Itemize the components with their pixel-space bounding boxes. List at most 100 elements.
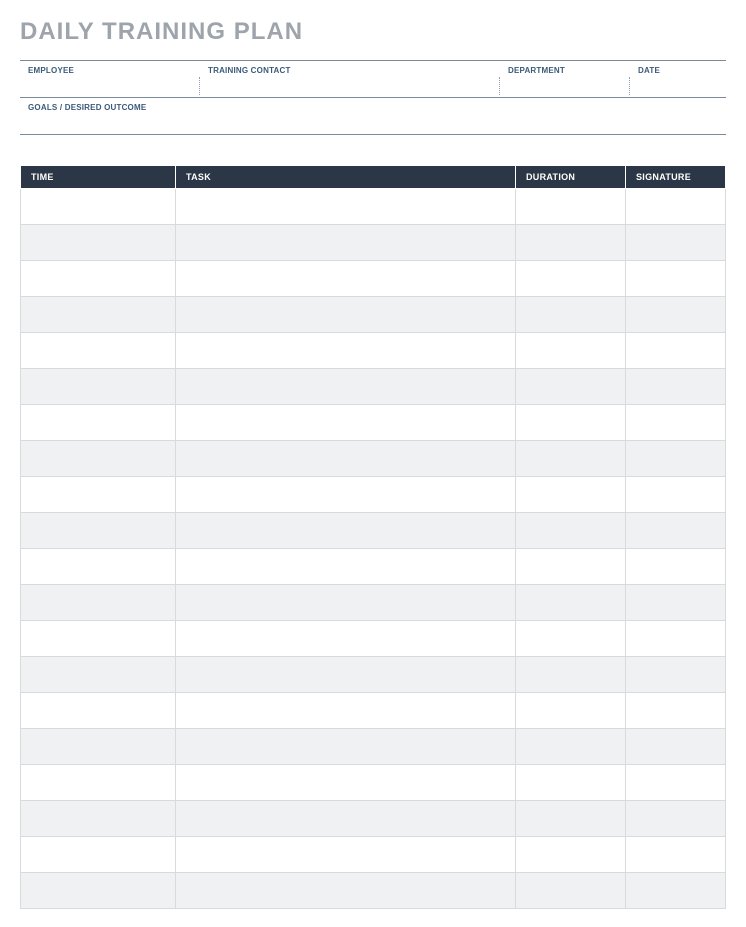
cell-signature[interactable] [626,477,726,513]
goals-field[interactable]: GOALS / DESIRED OUTCOME [20,98,726,134]
cell-time[interactable] [21,225,176,261]
table-row [21,261,726,297]
cell-time[interactable] [21,513,176,549]
cell-time[interactable] [21,369,176,405]
cell-task[interactable] [176,657,516,693]
cell-duration[interactable] [516,297,626,333]
cell-duration[interactable] [516,261,626,297]
department-value [508,78,622,94]
cell-time[interactable] [21,405,176,441]
cell-time[interactable] [21,873,176,909]
cell-task[interactable] [176,873,516,909]
cell-task[interactable] [176,405,516,441]
cell-time[interactable] [21,657,176,693]
cell-duration[interactable] [516,801,626,837]
cell-task[interactable] [176,225,516,261]
cell-task[interactable] [176,477,516,513]
table-row [21,585,726,621]
cell-time[interactable] [21,441,176,477]
cell-signature[interactable] [626,441,726,477]
cell-time[interactable] [21,837,176,873]
cell-signature[interactable] [626,225,726,261]
cell-task[interactable] [176,765,516,801]
cell-signature[interactable] [626,549,726,585]
cell-task[interactable] [176,369,516,405]
cell-task[interactable] [176,441,516,477]
cell-task[interactable] [176,693,516,729]
cell-time[interactable] [21,297,176,333]
cell-task[interactable] [176,621,516,657]
cell-signature[interactable] [626,369,726,405]
cell-duration[interactable] [516,441,626,477]
cell-signature[interactable] [626,297,726,333]
cell-task[interactable] [176,837,516,873]
cell-duration[interactable] [516,513,626,549]
info-section: EMPLOYEE TRAINING CONTACT DEPARTMENT DAT… [20,60,726,135]
date-field[interactable]: DATE [630,61,726,97]
cell-task[interactable] [176,801,516,837]
cell-signature[interactable] [626,693,726,729]
cell-signature[interactable] [626,873,726,909]
cell-duration[interactable] [516,369,626,405]
cell-task[interactable] [176,189,516,225]
cell-time[interactable] [21,801,176,837]
cell-duration[interactable] [516,621,626,657]
cell-time[interactable] [21,189,176,225]
cell-duration[interactable] [516,549,626,585]
table-row [21,765,726,801]
header-duration: DURATION [516,166,626,189]
cell-task[interactable] [176,585,516,621]
cell-signature[interactable] [626,405,726,441]
cell-signature[interactable] [626,801,726,837]
table-row [21,333,726,369]
cell-time[interactable] [21,585,176,621]
cell-time[interactable] [21,333,176,369]
cell-time[interactable] [21,693,176,729]
cell-duration[interactable] [516,405,626,441]
cell-duration[interactable] [516,585,626,621]
cell-signature[interactable] [626,837,726,873]
table-row [21,297,726,333]
cell-duration[interactable] [516,189,626,225]
employee-label: EMPLOYEE [28,66,192,75]
cell-task[interactable] [176,261,516,297]
cell-duration[interactable] [516,225,626,261]
cell-task[interactable] [176,513,516,549]
cell-duration[interactable] [516,873,626,909]
cell-time[interactable] [21,549,176,585]
cell-signature[interactable] [626,333,726,369]
cell-time[interactable] [21,765,176,801]
department-field[interactable]: DEPARTMENT [500,61,630,97]
cell-time[interactable] [21,477,176,513]
table-row [21,729,726,765]
cell-task[interactable] [176,333,516,369]
cell-task[interactable] [176,297,516,333]
training-contact-field[interactable]: TRAINING CONTACT [200,61,500,97]
cell-signature[interactable] [626,621,726,657]
cell-signature[interactable] [626,585,726,621]
cell-time[interactable] [21,261,176,297]
cell-signature[interactable] [626,729,726,765]
cell-duration[interactable] [516,657,626,693]
table-row [21,873,726,909]
cell-task[interactable] [176,549,516,585]
cell-duration[interactable] [516,477,626,513]
cell-signature[interactable] [626,189,726,225]
cell-duration[interactable] [516,765,626,801]
table-row [21,837,726,873]
cell-duration[interactable] [516,729,626,765]
cell-signature[interactable] [626,657,726,693]
cell-duration[interactable] [516,693,626,729]
cell-signature[interactable] [626,513,726,549]
cell-task[interactable] [176,729,516,765]
cell-duration[interactable] [516,837,626,873]
cell-signature[interactable] [626,261,726,297]
department-label: DEPARTMENT [508,66,622,75]
cell-time[interactable] [21,621,176,657]
cell-signature[interactable] [626,765,726,801]
employee-field[interactable]: EMPLOYEE [20,61,200,97]
table-row [21,369,726,405]
goals-label: GOALS / DESIRED OUTCOME [28,103,718,112]
cell-duration[interactable] [516,333,626,369]
cell-time[interactable] [21,729,176,765]
